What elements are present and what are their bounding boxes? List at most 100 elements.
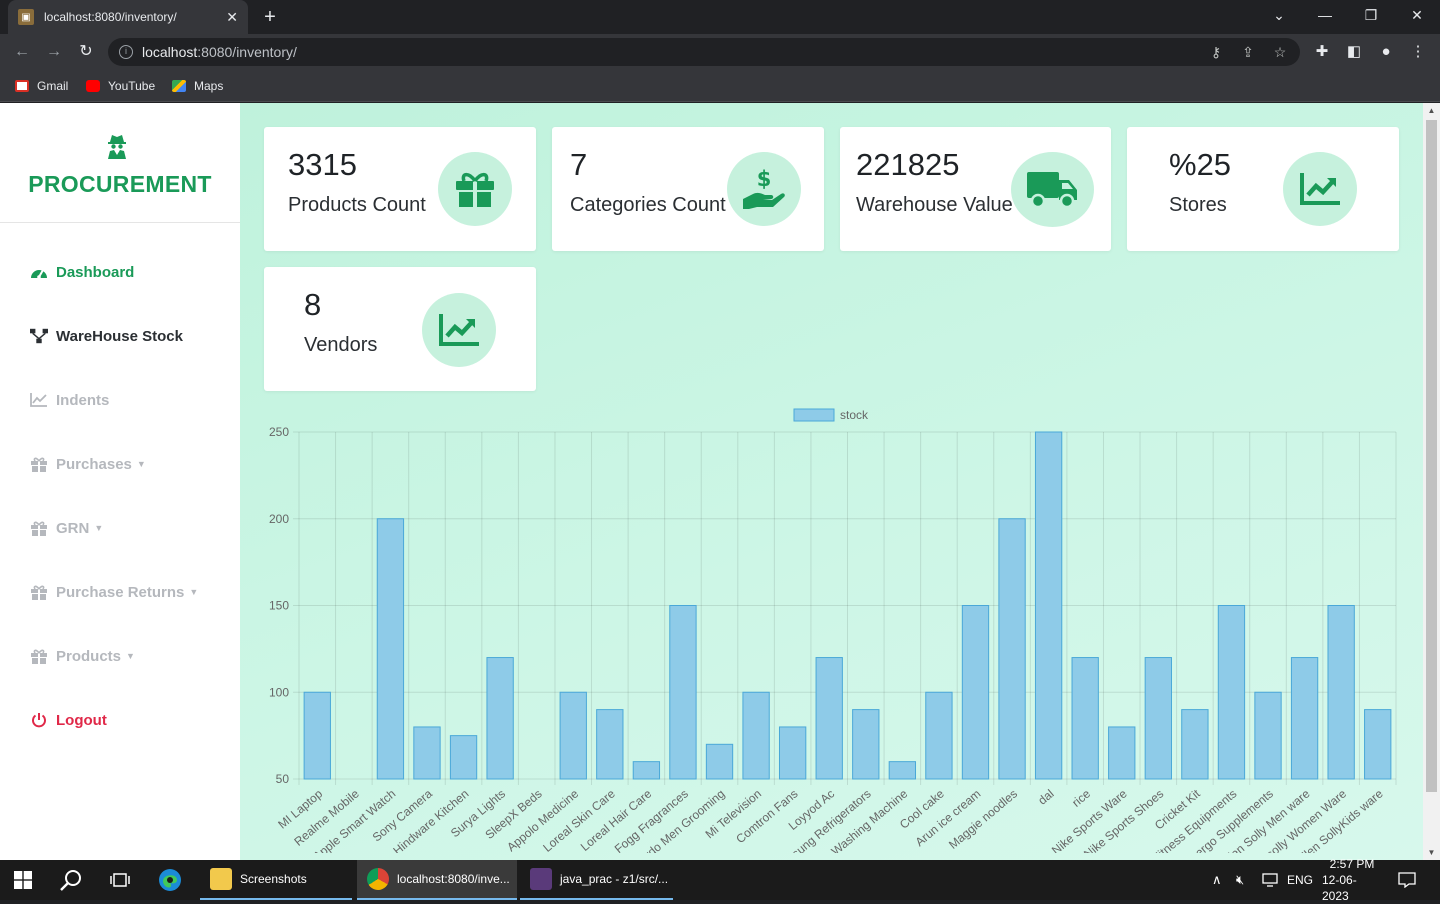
scroll-up-arrow-icon[interactable]: ▲	[1423, 103, 1440, 118]
search-icon[interactable]	[60, 860, 82, 900]
gift-icon	[30, 456, 48, 472]
sidebar-item-grn[interactable]: GRN ▼	[30, 517, 103, 539]
url-path: :8080/inventory/	[197, 44, 297, 60]
show-hidden-icons-chevron-icon[interactable]: ∧	[1212, 860, 1222, 900]
stock-bar	[742, 691, 770, 780]
bookmark-star-icon[interactable]: ☆	[1272, 44, 1288, 60]
minimize-button[interactable]: —	[1302, 0, 1348, 34]
stock-bar	[1108, 726, 1136, 780]
chart-line-icon	[1283, 152, 1357, 226]
site-info-icon[interactable]: i	[119, 45, 133, 59]
hand-dollar-icon: $	[727, 152, 801, 226]
stat-label: Products Count	[288, 194, 426, 216]
y-tick-label: 150	[269, 599, 289, 613]
gift-icon	[30, 648, 48, 664]
sidebar-item-logout[interactable]: Logout	[30, 709, 107, 731]
stat-card-warehouse: 221825 Warehouse Value	[840, 127, 1111, 251]
key-icon[interactable]: ⚷	[1208, 44, 1224, 60]
stat-value: 3315	[288, 147, 357, 182]
sidebar-item-dashboard[interactable]: Dashboard	[30, 261, 134, 283]
gmail-icon	[15, 80, 29, 92]
window-close-button[interactable]: ✕	[1394, 0, 1440, 34]
sidebar-item-purchases[interactable]: Purchases ▼	[30, 453, 146, 475]
taskbar-app-chrome[interactable]: localhost:8080/inve...	[357, 860, 517, 900]
taskbar-app-label: Screenshots	[240, 872, 307, 886]
sidebar-item-label: Logout	[56, 711, 107, 729]
stock-bar	[669, 605, 697, 780]
scrollbar-thumb[interactable]	[1426, 120, 1437, 792]
browser-tab-strip: ▣ localhost:8080/inventory/ ✕ + ⌄ — ❐ ✕	[0, 0, 1440, 34]
maximize-button[interactable]: ❐	[1348, 0, 1394, 34]
edge-browser-icon[interactable]	[158, 860, 182, 900]
bookmark-maps[interactable]: Maps	[172, 77, 223, 95]
taskbar-app-label: localhost:8080/inve...	[397, 872, 510, 886]
scroll-down-arrow-icon[interactable]: ▼	[1423, 845, 1440, 860]
address-bar[interactable]: i localhost:8080/inventory/ ⚷ ⇪ ☆	[108, 38, 1300, 66]
taskbar-app-screenshots[interactable]: Screenshots	[200, 860, 352, 900]
stock-bar-chart: stock50100150200250MI LaptopRealme Mobil…	[269, 408, 1397, 853]
sidebar-item-label: WareHouse Stock	[56, 327, 183, 345]
svg-text:$: $	[757, 167, 772, 191]
bookmark-gmail[interactable]: Gmail	[15, 77, 68, 95]
stock-bar	[1034, 431, 1063, 780]
y-tick-label: 250	[269, 425, 289, 439]
stock-bar	[1071, 657, 1099, 780]
stock-bar	[705, 743, 734, 780]
taskbar-app-label: java_prac - z1/src/...	[560, 872, 669, 886]
task-view-icon[interactable]	[110, 860, 130, 900]
stat-value: 7	[570, 147, 588, 182]
stat-card-stores: %25 Stores	[1127, 127, 1399, 251]
sidebar-item-label: Indents	[56, 391, 110, 409]
user-secret-icon	[108, 135, 126, 159]
stock-bar	[596, 709, 624, 780]
tab-close-icon[interactable]: ✕	[226, 9, 238, 26]
page-scrollbar[interactable]: ▲ ▼	[1423, 103, 1440, 860]
forward-arrow-icon[interactable]: →	[42, 40, 66, 64]
windows-start-icon[interactable]	[14, 860, 32, 900]
system-clock[interactable]: 2:57 PM 12-06-2023	[1322, 857, 1382, 903]
speaker-muted-icon[interactable]: 🔇︎	[1236, 860, 1244, 900]
stock-bar	[632, 761, 661, 780]
bookmark-label: Maps	[194, 79, 224, 93]
x-tick-label: rice	[1069, 786, 1093, 809]
taskbar-app-eclipse[interactable]: java_prac - z1/src/...	[520, 860, 673, 900]
sidebar-item-label: Purchases	[56, 455, 132, 473]
bookmark-youtube[interactable]: YouTube	[86, 77, 155, 95]
brand-name: PROCUREMENT	[28, 171, 212, 197]
sidebar-item-warehouse-stock[interactable]: WareHouse Stock	[30, 325, 183, 347]
stat-label: Stores	[1169, 194, 1227, 216]
browser-tab[interactable]: ▣ localhost:8080/inventory/ ✕	[8, 0, 248, 34]
stock-bar	[1254, 691, 1282, 780]
notification-center-icon[interactable]	[1398, 860, 1416, 900]
sidebar-item-indents[interactable]: Indents	[30, 389, 109, 411]
stock-bar	[998, 518, 1026, 780]
stat-card-products: 3315 Products Count	[264, 127, 536, 251]
extensions-puzzle-icon[interactable]: ✚	[1312, 42, 1332, 62]
line-chart-icon	[30, 392, 48, 408]
language-indicator[interactable]: ENG	[1287, 860, 1313, 900]
stock-bar	[413, 726, 441, 780]
stock-bar	[888, 761, 917, 780]
back-arrow-icon[interactable]: ←	[10, 40, 34, 64]
new-tab-button[interactable]: +	[258, 5, 282, 29]
stat-card-categories: 7 Categories Count $	[552, 127, 824, 251]
reload-icon[interactable]: ↻	[74, 40, 98, 64]
stat-value: 221825	[856, 147, 960, 182]
brand[interactable]: PROCUREMENT	[0, 103, 240, 223]
sidebar-item-purchase-returns[interactable]: Purchase Returns ▼	[30, 581, 198, 603]
legend-label: stock	[840, 408, 869, 422]
side-panel-icon[interactable]: ◧	[1344, 42, 1364, 62]
stat-label: Categories Count	[570, 194, 726, 216]
stat-value: 8	[304, 287, 322, 322]
browser-menu-icon[interactable]: ⋮	[1408, 42, 1428, 62]
y-tick-label: 200	[269, 512, 289, 526]
sidebar-item-label: Purchase Returns	[56, 583, 185, 601]
chrome-icon	[367, 868, 389, 890]
profile-avatar-icon[interactable]: ●	[1376, 42, 1396, 62]
tab-search-chevron-icon[interactable]: ⌄	[1256, 0, 1302, 34]
network-icon[interactable]	[1262, 860, 1278, 900]
share-icon[interactable]: ⇪	[1240, 44, 1256, 60]
stock-bar	[1364, 709, 1392, 780]
sidebar-item-products[interactable]: Products ▼	[30, 645, 135, 667]
stock-bar	[303, 691, 331, 780]
